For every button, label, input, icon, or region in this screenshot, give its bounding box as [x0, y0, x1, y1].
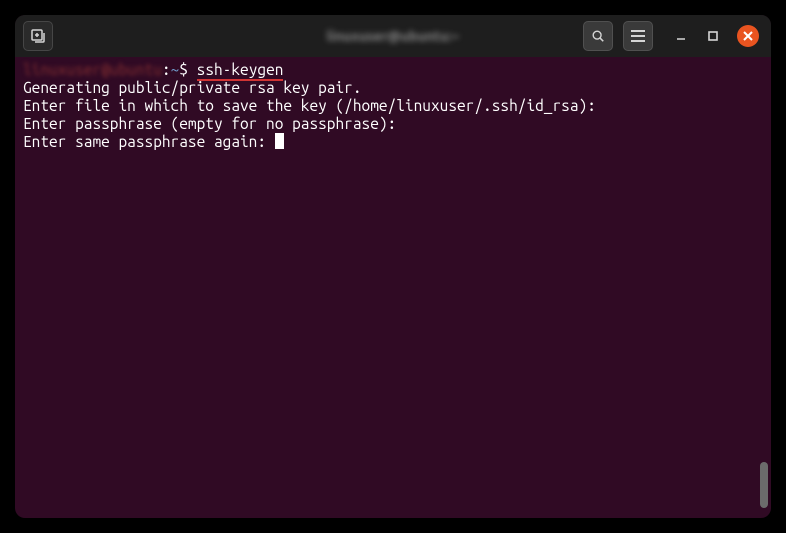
prompt-user-host: linuxuser@ubuntu — [23, 61, 162, 78]
output-line-1: Generating public/private rsa key pair. — [23, 79, 763, 97]
prompt-line: linuxuser@ubuntu:~$ ssh-keygen — [23, 61, 763, 79]
titlebar: linuxuser@ubuntu:~ — [15, 15, 771, 57]
output-line-3: Enter passphrase (empty for no passphras… — [23, 115, 763, 133]
command-text: ssh-keygen — [197, 61, 284, 81]
menu-button[interactable] — [623, 21, 653, 51]
scrollbar-thumb[interactable] — [760, 462, 768, 508]
maximize-button[interactable] — [705, 28, 721, 44]
prompt-dollar: $ — [179, 61, 196, 78]
search-button[interactable] — [583, 21, 613, 51]
output-line-2: Enter file in which to save the key (/ho… — [23, 97, 763, 115]
new-tab-icon — [30, 28, 46, 44]
output-text-4: Enter same passphrase again: — [23, 133, 275, 150]
window-controls — [673, 25, 759, 47]
terminal-body[interactable]: linuxuser@ubuntu:~$ ssh-keygen Generatin… — [15, 57, 771, 518]
window-title: linuxuser@ubuntu:~ — [327, 28, 460, 44]
prompt-separator: : — [162, 61, 171, 78]
minimize-icon — [675, 30, 687, 42]
minimize-button[interactable] — [673, 28, 689, 44]
search-icon — [591, 29, 605, 43]
terminal-window: linuxuser@ubuntu:~ — [15, 15, 771, 518]
close-icon — [743, 31, 753, 41]
close-button[interactable] — [737, 25, 759, 47]
output-line-4: Enter same passphrase again: — [23, 133, 763, 151]
titlebar-controls — [583, 21, 763, 51]
prompt-path: ~ — [171, 61, 180, 78]
maximize-icon — [707, 30, 719, 42]
new-tab-button[interactable] — [23, 21, 53, 51]
cursor — [275, 133, 284, 149]
hamburger-icon — [631, 30, 645, 42]
